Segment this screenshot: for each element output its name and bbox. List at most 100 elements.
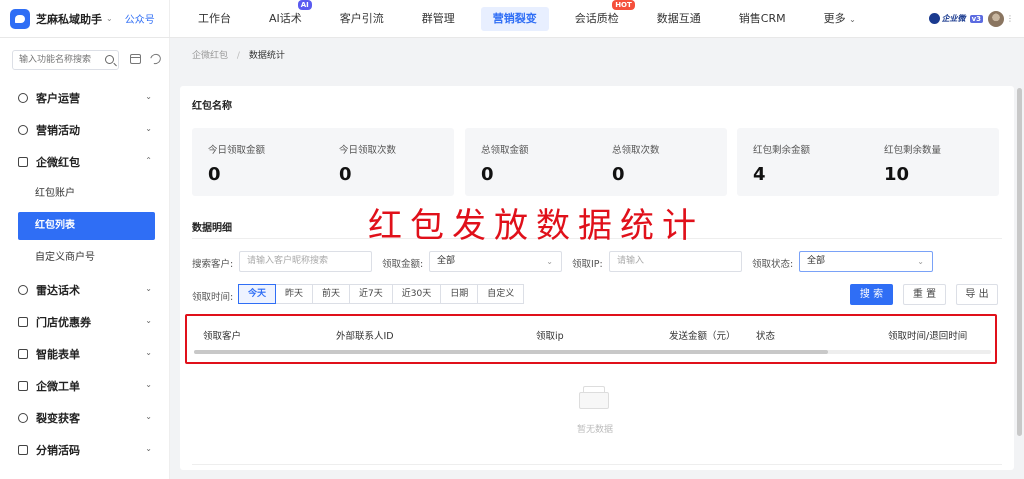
nav-item-customer-acquisition[interactable]: 客户引流 [328, 7, 396, 31]
breadcrumb-parent[interactable]: 企微红包 [192, 51, 228, 61]
red-packet-icon [18, 157, 28, 167]
status-select[interactable]: 全部 ⌄ [799, 251, 933, 272]
chevron-down-icon[interactable]: ⌄ [106, 14, 113, 23]
chevron-down-icon: ⌄ [849, 14, 856, 24]
sidebar-item-work-order[interactable]: 企微工单 ⌄ [0, 370, 170, 402]
main-panel: 红包名称 今日领取金额 0 今日领取次数 0 总领取金额 0 总领取次数 0 红… [180, 86, 1014, 470]
sidebar-item-radar-script[interactable]: 雷达话术 ⌄ [0, 274, 170, 306]
time-option-day-before[interactable]: 前天 [312, 284, 351, 304]
customer-icon [18, 93, 28, 103]
chevron-down-icon: ⌄ [145, 284, 152, 293]
stat-remaining-amount: 红包剩余金额 4 [753, 145, 811, 185]
brand-area[interactable]: 芝麻私域助手 ⌄ 公众号 [0, 0, 170, 37]
breadcrumb: 企微红包 / 数据统计 [192, 48, 285, 61]
time-option-custom[interactable]: 自定义 [477, 284, 525, 304]
stat-card-remaining: 红包剩余金额 4 红包剩余数量 10 [737, 128, 999, 196]
sidebar-item-distribution[interactable]: 分销活码 ⌄ [0, 434, 170, 466]
search-button[interactable]: 搜 索 [850, 284, 893, 305]
sidebar-subitem-red-packet-list[interactable]: 红包列表 [18, 212, 155, 240]
time-option-date[interactable]: 日期 [440, 284, 479, 304]
stat-remaining-count: 红包剩余数量 10 [884, 145, 942, 185]
nav-item-group-management[interactable]: 群管理 [410, 7, 467, 31]
empty-box-icon [577, 384, 611, 410]
sidebar-subitem-custom-merchant[interactable]: 自定义商户号 [0, 242, 170, 274]
chevron-down-icon: ⌄ [917, 257, 924, 266]
sidebar: 客户运营 ⌄ 营销活动 ⌄ 企微红包 ⌃ 红包账户 红包列表 自定义商户号 雷达… [0, 38, 170, 479]
chevron-down-icon: ⌄ [145, 124, 152, 133]
corp-wechat-logo: 企业微 [928, 13, 966, 24]
function-search-input[interactable] [13, 51, 98, 69]
detail-section-title: 数据明细 [192, 223, 232, 234]
customer-search-input[interactable]: 请输入客户昵称搜索 [239, 251, 372, 272]
top-bar: 芝麻私域助手 ⌄ 公众号 工作台 AI话术 AI 客户引流 群管理 营销裂变 会话… [0, 0, 1024, 38]
time-range-segmented: 今天 昨天 前天 近7天 近30天 日期 自定义 [238, 284, 525, 304]
ip-input[interactable]: 请输入 [609, 251, 742, 272]
stat-today-count: 今日领取次数 0 [339, 145, 397, 185]
account-type-link[interactable]: 公众号 [125, 11, 155, 26]
ip-filter-label: 领取IP: [572, 259, 603, 270]
column-header-amount: 发送金额（元） [669, 331, 736, 342]
time-option-30days[interactable]: 近30天 [391, 284, 442, 304]
sidebar-subitem-red-packet-account[interactable]: 红包账户 [0, 178, 170, 210]
chevron-down-icon: ⌄ [145, 348, 152, 357]
time-filter-label: 领取时间: [192, 292, 234, 303]
theme-toggle-icon[interactable] [148, 51, 163, 67]
nav-item-workbench[interactable]: 工作台 [186, 7, 243, 31]
stat-total-amount: 总领取金额 0 [481, 145, 529, 185]
column-header-customer: 领取客户 [203, 331, 242, 342]
breadcrumb-separator: / [236, 51, 240, 61]
card-view-icon[interactable] [130, 54, 141, 64]
time-option-7days[interactable]: 近7天 [349, 284, 393, 304]
stat-total-count: 总领取次数 0 [612, 145, 660, 185]
customer-filter-label: 搜索客户: [192, 259, 234, 270]
brand-name: 芝麻私域助手 [36, 12, 102, 26]
sidebar-item-red-packet[interactable]: 企微红包 ⌃ [0, 146, 170, 178]
nav-item-more[interactable]: 更多 ⌄ [812, 7, 868, 31]
form-icon [18, 349, 28, 359]
distribution-icon [18, 445, 28, 455]
column-header-status: 状态 [756, 331, 776, 342]
fission-icon [18, 413, 28, 423]
nav-item-marketing-fission[interactable]: 营销裂变 [480, 6, 549, 31]
sidebar-item-store-coupon[interactable]: 门店优惠券 ⌄ [0, 306, 170, 338]
export-button[interactable]: 导 出 [956, 284, 998, 305]
time-option-yesterday[interactable]: 昨天 [275, 284, 314, 304]
corp-wechat-icon [928, 13, 940, 24]
nav-item-ai-script[interactable]: AI话术 AI [257, 0, 314, 31]
nav-item-session-qc[interactable]: 会话质检 HOT [563, 0, 635, 31]
version-badge: v3 [969, 14, 983, 23]
sidebar-menu: 客户运营 ⌄ 营销活动 ⌄ 企微红包 ⌃ 红包账户 红包列表 自定义商户号 雷达… [0, 82, 170, 466]
stat-card-today: 今日领取金额 0 今日领取次数 0 [192, 128, 454, 196]
amount-select[interactable]: 全部 ⌄ [429, 251, 562, 272]
work-order-icon [18, 381, 28, 391]
avatar[interactable] [988, 10, 1004, 27]
time-option-today[interactable]: 今天 [238, 284, 277, 304]
chevron-down-icon: ⌄ [145, 316, 152, 325]
main-nav: 工作台 AI话术 AI 客户引流 群管理 营销裂变 会话质检 HOT 数据互通 销售… [170, 0, 929, 37]
brand-logo-icon [10, 8, 30, 29]
chevron-down-icon: ⌄ [145, 444, 152, 453]
column-header-time: 领取时间/退回时间 [888, 331, 968, 342]
search-icon[interactable] [105, 55, 114, 64]
reset-button[interactable]: 重 置 [903, 284, 946, 305]
empty-state-text: 暂无数据 [577, 425, 614, 435]
function-search [12, 50, 119, 70]
marketing-icon [18, 125, 28, 135]
sidebar-item-smart-form[interactable]: 智能表单 ⌄ [0, 338, 170, 370]
chevron-down-icon: ⌄ [145, 92, 152, 101]
column-header-external-id: 外部联系人ID [336, 331, 394, 342]
ai-badge: AI [297, 0, 312, 10]
table-horizontal-scrollbar[interactable] [194, 350, 828, 354]
nav-item-sales-crm[interactable]: 销售CRM [727, 7, 798, 31]
coupon-icon [18, 317, 28, 327]
sidebar-item-marketing[interactable]: 营销活动 ⌄ [0, 114, 170, 146]
breadcrumb-current: 数据统计 [248, 51, 285, 61]
chevron-up-icon: ⌃ [145, 156, 152, 165]
amount-filter-label: 领取金额: [382, 259, 424, 270]
nav-item-data-sync[interactable]: 数据互通 [645, 7, 713, 31]
chevron-down-icon[interactable]: ⋮ [1006, 14, 1014, 23]
page-vertical-scrollbar[interactable] [1017, 88, 1022, 436]
chevron-down-icon: ⌄ [145, 412, 152, 421]
sidebar-item-fission[interactable]: 裂变获客 ⌄ [0, 402, 170, 434]
sidebar-item-customer-ops[interactable]: 客户运营 ⌄ [0, 82, 170, 114]
